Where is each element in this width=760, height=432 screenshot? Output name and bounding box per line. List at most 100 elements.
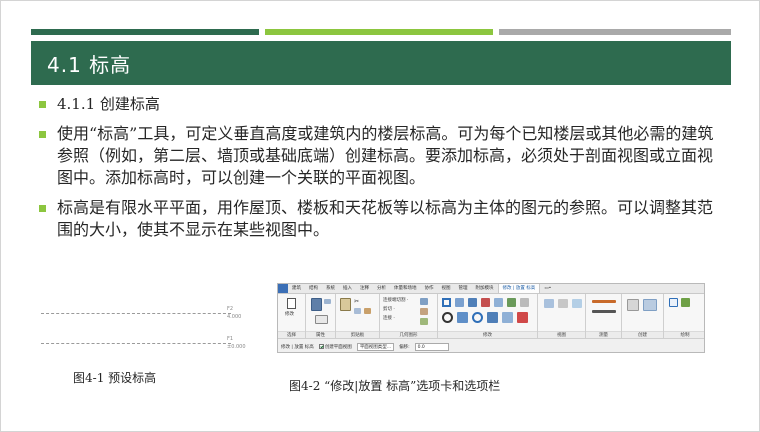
offset-icon[interactable]	[455, 298, 464, 307]
split-face-icon[interactable]	[420, 308, 428, 315]
accent-bar-dark	[31, 29, 259, 35]
align-icon[interactable]	[442, 298, 451, 307]
type-properties-icon[interactable]	[324, 299, 331, 304]
ribbon-tab-modify-place-level[interactable]: 修改 | 放置 标高	[497, 284, 541, 293]
panel-create: 创建	[622, 294, 664, 338]
bullet-item: 标高是有限水平平面，用作屋顶、楼板和天花板等以标高为主体的图元的参照。可以调整其…	[37, 197, 717, 241]
bullet-text: 4.1.1 创建标高	[57, 95, 160, 113]
level-name: F2	[227, 306, 234, 312]
split-icon[interactable]	[494, 298, 503, 307]
cut-icon[interactable]: ✂	[354, 298, 359, 305]
panel-view: 视图	[538, 294, 586, 338]
offset-label: 偏移:	[399, 344, 410, 350]
modify-cursor-icon[interactable]	[287, 298, 296, 309]
ribbon-tab[interactable]: 管理	[455, 284, 472, 293]
ribbon-tab[interactable]	[278, 284, 288, 293]
panel-label: 剪贴板	[336, 331, 379, 338]
title-band: 4.1 标高	[31, 41, 731, 85]
figure-preset-levels: F2 4.000 F1 ±0.000	[41, 301, 246, 356]
array-icon[interactable]	[520, 298, 529, 307]
level-value: 4.000	[227, 314, 242, 320]
join-geometry-label[interactable]: 连接 ·	[383, 315, 395, 321]
cope-label[interactable]: 连接端切割 ·	[383, 297, 408, 303]
bullet-square-icon	[39, 131, 46, 138]
paint-icon[interactable]	[420, 318, 428, 325]
pin-icon[interactable]	[507, 298, 516, 307]
panel-modify: 修改	[438, 294, 538, 338]
bullet-list: 4.1.1 创建标高 使用“标高”工具，可定义垂直高度或建筑内的楼层标高。可为每…	[37, 93, 717, 247]
panel-label: 视图	[538, 331, 585, 338]
ribbon-tab[interactable]: 系统	[322, 284, 339, 293]
draw-line-icon[interactable]	[669, 298, 678, 307]
panel-geometry: 连接端切割 · 剪切 · 连接 · 几何图形	[380, 294, 438, 338]
top-accent-bars	[31, 29, 731, 35]
figure2-caption: 图4-2 “修改|放置 标高”选项卡和选项栏	[289, 379, 501, 393]
create-assembly-icon[interactable]	[627, 299, 639, 311]
panel-label: 属性	[306, 331, 335, 338]
level-line	[41, 343, 231, 344]
hide-isolate-icon[interactable]	[544, 299, 554, 308]
ribbon-tab[interactable]: 体量和场地	[390, 284, 421, 293]
pick-lines-icon[interactable]	[681, 298, 690, 307]
match-type-icon[interactable]	[364, 308, 371, 314]
level-name: F1	[227, 336, 234, 342]
wall-joins-icon[interactable]	[420, 298, 428, 305]
paste-icon[interactable]	[340, 298, 351, 311]
properties-icon[interactable]	[311, 298, 322, 311]
modify-label: 修改	[285, 312, 294, 317]
measure-icon[interactable]	[592, 300, 616, 303]
level-value: ±0.000	[227, 344, 246, 350]
ribbon-tab[interactable]: 插入	[339, 284, 356, 293]
accent-bar-gray	[499, 29, 731, 35]
copy-element-icon[interactable]	[457, 312, 468, 323]
panel-label: 几何图形	[380, 331, 437, 338]
panel-draw: 绘制	[664, 294, 704, 338]
ribbon-tab[interactable]: 协作	[421, 284, 438, 293]
panel-label: 创建	[622, 331, 663, 338]
panel-label: 修改	[438, 331, 537, 338]
plan-view-types-button[interactable]: 平面视图类型...	[356, 342, 395, 351]
linework-icon[interactable]	[572, 299, 582, 308]
scale-icon[interactable]	[502, 312, 513, 323]
checkbox-checked-icon[interactable]	[318, 343, 324, 349]
bullet-square-icon	[39, 101, 46, 108]
ribbon-tab[interactable]: 分析	[373, 284, 390, 293]
ribbon-tabs: 建筑 结构 系统 插入 注释 分析 体量和场地 协作 视图 管理 附加模块 修改…	[278, 284, 704, 294]
level-line	[41, 313, 231, 314]
dimension-icon[interactable]	[592, 310, 616, 313]
ribbon-tab[interactable]: 视图	[438, 284, 455, 293]
offset-input[interactable]: 0.0	[414, 342, 449, 351]
override-icon[interactable]	[558, 299, 568, 308]
move-icon[interactable]	[442, 312, 453, 323]
slide: 4.1 标高 4.1.1 创建标高 使用“标高”工具，可定义垂直高度或建筑内的楼…	[0, 0, 760, 432]
ribbon-tab[interactable]: ▭•	[540, 284, 555, 293]
panel-clipboard: ✂ 剪贴板	[336, 294, 380, 338]
bullet-square-icon	[39, 205, 46, 212]
bullet-item: 4.1.1 创建标高	[37, 93, 717, 115]
bullet-text: 标高是有限水平平面，用作屋顶、楼板和天花板等以标高为主体的图元的参照。可以调整其…	[57, 198, 714, 239]
panel-label: 绘制	[664, 331, 704, 338]
panel-label: 测量	[586, 331, 621, 338]
ribbon-panels: 修改 选择 属性 ✂ 剪贴板 连接端切割 · 剪切 · 连接 · 几何图形 修改…	[278, 294, 704, 338]
bullet-text: 使用“标高”工具，可定义垂直高度或建筑内的楼层标高。可为每个已知楼层或其他必需的…	[57, 124, 714, 187]
ribbon-tab[interactable]: 结构	[305, 284, 322, 293]
revit-ribbon-screenshot: 建筑 结构 系统 插入 注释 分析 体量和场地 协作 视图 管理 附加模块 修改…	[277, 283, 705, 353]
options-bar: 修改 | 放置 标高 创建平面视图 平面视图类型... 偏移: 0.0	[278, 338, 704, 352]
cut-geometry-label[interactable]: 剪切 ·	[383, 306, 395, 312]
ribbon-tab[interactable]: 建筑	[288, 284, 305, 293]
panel-select: 修改 选择	[278, 294, 306, 338]
rotate-icon[interactable]	[472, 312, 483, 323]
make-plan-view-checkbox[interactable]: 创建平面视图	[318, 343, 352, 350]
accent-bar-light	[265, 29, 493, 35]
properties-grid-icon	[315, 315, 328, 324]
trim-icon[interactable]	[487, 312, 498, 323]
copy-icon[interactable]	[354, 308, 361, 314]
ribbon-tab[interactable]: 附加模块	[472, 284, 498, 293]
mirror-axis-icon[interactable]	[468, 298, 477, 307]
options-mode-label: 修改 | 放置 标高	[281, 344, 314, 350]
create-group-icon[interactable]	[643, 299, 657, 311]
ribbon-tab[interactable]: 注释	[356, 284, 373, 293]
delete-icon[interactable]	[517, 312, 528, 323]
mirror-draw-icon[interactable]	[481, 298, 490, 307]
panel-measure: 测量	[586, 294, 622, 338]
